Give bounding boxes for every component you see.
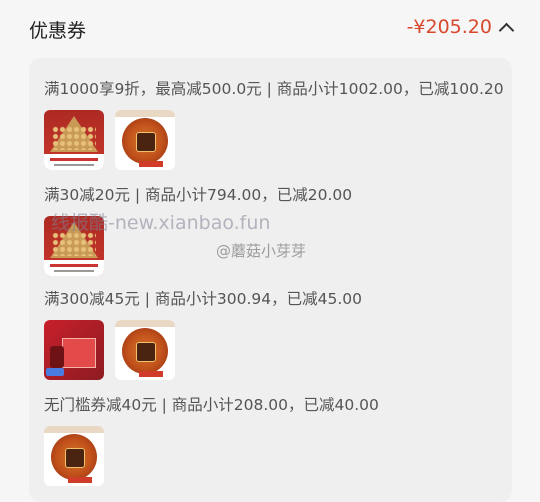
product-thumb-tin[interactable] xyxy=(115,110,175,170)
chevron-up-icon[interactable] xyxy=(498,22,515,39)
coupon-rule-4: 无门槛券减40元 | 商品小计208.00，已减40.00 xyxy=(44,396,379,414)
coupon-rule-1: 满1000享9折，最高减500.0元 | 商品小计1002.00，已减100.2… xyxy=(44,80,504,98)
weibo-watermark: @蘑菇小芽芽 xyxy=(216,242,307,260)
site-watermark: 线报酷-new.xianbao.fun xyxy=(51,212,271,234)
coupon-section-header[interactable]: 优惠券 -¥205.20 xyxy=(0,0,540,58)
product-thumb-tin[interactable] xyxy=(115,320,175,380)
discount-total: -¥205.20 xyxy=(406,16,492,38)
coupon-rule-3: 满300减45元 | 商品小计300.94，已减45.00 xyxy=(44,290,362,308)
coupon-rule-2: 满30减20元 | 商品小计794.00，已减20.00 xyxy=(44,186,353,204)
product-thumb-gift-set[interactable] xyxy=(44,320,104,380)
product-thumb-tin[interactable] xyxy=(44,426,104,486)
section-title: 优惠券 xyxy=(29,20,87,42)
product-thumb-tower[interactable] xyxy=(44,110,104,170)
